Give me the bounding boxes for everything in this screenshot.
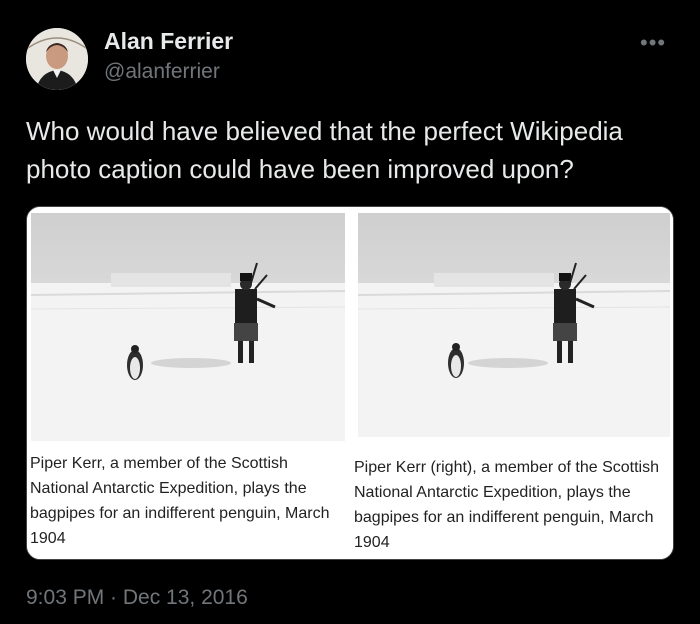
tweet-timestamp[interactable]: 9:03 PM · Dec 13, 2016 — [26, 586, 248, 610]
media-image-right[interactable]: Piper Kerr (right), a member of the Scot… — [354, 207, 673, 559]
media-image-left[interactable]: Piper Kerr, a member of the Scottish Nat… — [27, 207, 349, 559]
piper-penguin-photo — [31, 213, 345, 441]
more-options-icon[interactable]: ••• — [640, 30, 666, 56]
author-display-name[interactable]: Alan Ferrier — [104, 28, 233, 55]
avatar[interactable] — [26, 28, 88, 90]
tweet-text: Who would have believed that the perfect… — [26, 116, 623, 184]
tweet-media[interactable]: Piper Kerr, a member of the Scottish Nat… — [26, 206, 674, 560]
image-caption: Piper Kerr (right), a member of the Scot… — [354, 459, 659, 551]
avatar-image — [26, 28, 88, 90]
image-caption: Piper Kerr, a member of the Scottish Nat… — [30, 455, 330, 547]
author-handle[interactable]: @alanferrier — [104, 60, 220, 84]
piper-penguin-photo — [358, 213, 670, 437]
